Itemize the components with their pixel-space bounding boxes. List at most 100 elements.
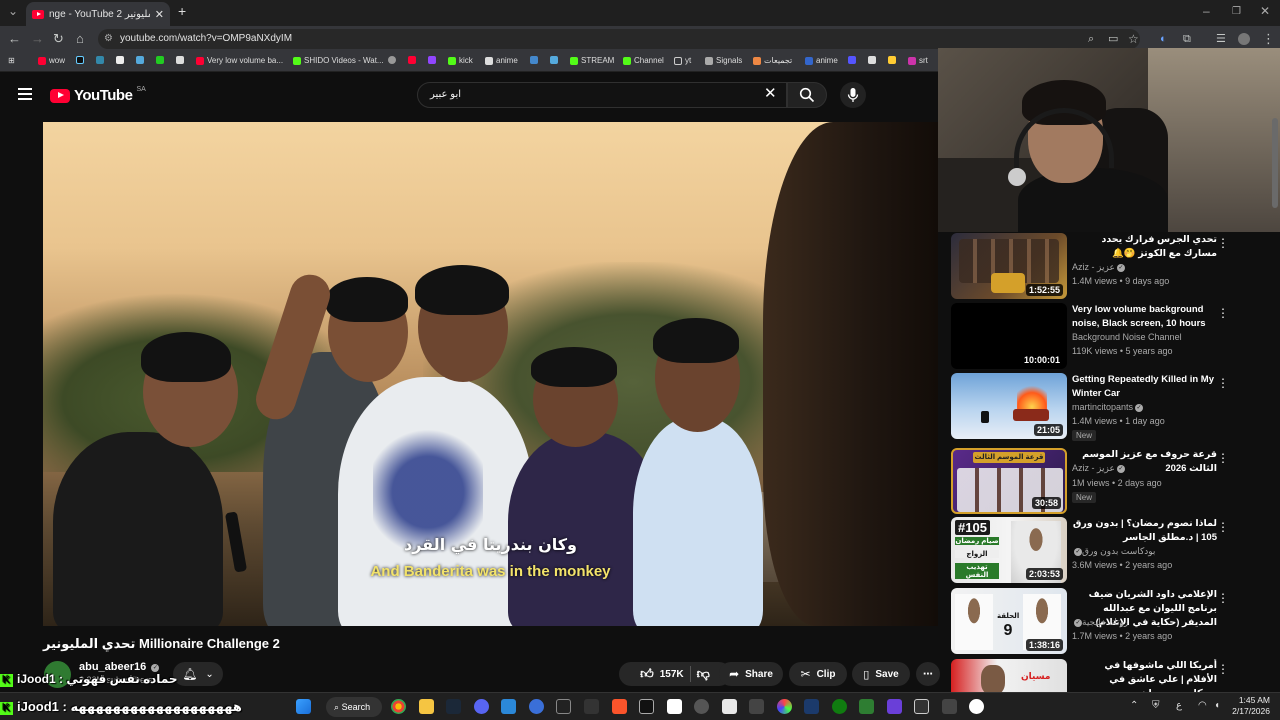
app-icon[interactable] xyxy=(887,699,902,714)
network-icon[interactable]: ⛨ xyxy=(1152,700,1160,711)
app-icon[interactable] xyxy=(942,699,957,714)
clip-button[interactable]: ✂ Clip xyxy=(789,662,847,686)
extension-icon[interactable]: ◐ xyxy=(1160,31,1167,47)
more-options-icon[interactable]: ⋮ xyxy=(1217,520,1229,534)
chrome-icon[interactable] xyxy=(391,699,406,714)
profile-avatar[interactable] xyxy=(1238,33,1250,45)
video-thumbnail[interactable]: مسيان xyxy=(951,659,1067,692)
recommendation-item[interactable]: 1:52:55 تحدي الجرس فرارك يحدد مسارك مع ا… xyxy=(951,233,1271,299)
steam-icon[interactable] xyxy=(446,699,461,714)
close-tab-icon[interactable]: ✕ xyxy=(155,8,164,21)
voice-search-button[interactable] xyxy=(840,82,866,108)
maximize-icon[interactable]: ❐ xyxy=(1232,6,1241,17)
menu-hamburger-icon[interactable] xyxy=(18,88,32,100)
share-button[interactable]: ➦ Share xyxy=(719,662,783,686)
video-player[interactable]: وكان بندريتا في القرد And Banderita was … xyxy=(43,122,938,626)
bookmark-site-10[interactable] xyxy=(408,56,416,64)
bookmark-site-14[interactable] xyxy=(530,56,538,64)
app-icon[interactable] xyxy=(556,699,571,714)
bookmark-site-23[interactable] xyxy=(888,56,896,64)
channel-name[interactable]: martincitopants ✓ xyxy=(1072,402,1144,412)
zoom-icon[interactable]: ⌕ xyxy=(1088,31,1094,47)
back-icon[interactable]: ← xyxy=(8,31,21,47)
home-icon[interactable]: ⌂ xyxy=(76,31,84,47)
discord-icon[interactable] xyxy=(474,699,489,714)
bookmark-site-3[interactable] xyxy=(116,56,124,64)
tab-search-icon[interactable]: ⌄ xyxy=(8,4,18,18)
bookmark-very-low-volume[interactable]: Very low volume ba... xyxy=(196,56,283,65)
terminal-icon[interactable] xyxy=(584,699,599,714)
bookmark-site-4[interactable] xyxy=(136,56,144,64)
sidebar-icon[interactable]: ☰ xyxy=(1216,31,1226,47)
bookmark-site-21[interactable] xyxy=(848,56,856,64)
video-thumbnail[interactable]: قرعة الموسم الثالث 30:58 xyxy=(951,448,1067,514)
address-field[interactable]: ⚙ youtube.com/watch?v=OMP9aNXdyIM xyxy=(98,29,1140,49)
app-icon[interactable] xyxy=(859,699,874,714)
bookmark-site-5[interactable] xyxy=(156,56,164,64)
bookmark-site-15[interactable] xyxy=(550,56,558,64)
app-icon[interactable] xyxy=(804,699,819,714)
video-thumbnail[interactable]: 21:05 xyxy=(951,373,1067,439)
taskbar-search[interactable]: ⌕ Search xyxy=(326,697,382,717)
bookmark-stream[interactable]: STREAM xyxy=(570,56,614,65)
forward-icon[interactable]: → xyxy=(31,31,44,47)
more-options-icon[interactable]: ⋮ xyxy=(1217,306,1229,320)
app-icon[interactable] xyxy=(749,699,764,714)
recommendation-item[interactable]: 10:00:01 Very low volume background nois… xyxy=(951,303,1271,369)
new-tab-icon[interactable]: + xyxy=(178,3,186,19)
channel-name[interactable]: ✓روتانا خليجية xyxy=(1072,617,1128,628)
bookmark-yt-folder[interactable]: yt xyxy=(674,56,691,65)
bookmark-tiktok[interactable] xyxy=(76,56,84,64)
app-icon[interactable] xyxy=(501,699,516,714)
bookmark-site-6[interactable] xyxy=(176,56,184,64)
app-icon[interactable] xyxy=(529,699,544,714)
bookmark-anime[interactable]: anime xyxy=(485,56,518,65)
video-thumbnail[interactable]: الحلقة 9 1:38:16 xyxy=(951,588,1067,654)
youtube-logo[interactable]: YouTube SA xyxy=(50,86,146,104)
volume-icon[interactable]: ◖ xyxy=(1214,700,1220,711)
recommendation-item[interactable]: #105 صيام رمضان الزواج تهذيب النفس 2:03:… xyxy=(951,517,1271,583)
more-options-icon[interactable]: ⋮ xyxy=(1217,376,1229,390)
app-icon[interactable] xyxy=(639,699,654,714)
recommendation-item[interactable]: مسيان أمريكا اللي ماشوفها في الأفلام | ع… xyxy=(951,659,1271,692)
bookmark-site-9[interactable] xyxy=(388,56,396,64)
page-scrollbar[interactable] xyxy=(1272,118,1278,208)
chevron-up-icon[interactable]: ⌃ xyxy=(1130,700,1138,711)
app-icon[interactable] xyxy=(914,699,929,714)
bookmark-signals[interactable]: Signals xyxy=(705,56,742,65)
xbox-icon[interactable] xyxy=(832,699,847,714)
bookmark-srt[interactable]: srt xyxy=(908,56,928,65)
more-options-icon[interactable]: ⋮ xyxy=(1217,591,1229,605)
search-button[interactable] xyxy=(787,82,827,108)
windows-start-icon[interactable] xyxy=(296,699,311,714)
channel-name[interactable]: Aziz - عزيز ✓ xyxy=(1072,262,1125,273)
bookmark-kick[interactable]: kick xyxy=(448,56,473,65)
video-thumbnail[interactable]: 10:00:01 xyxy=(951,303,1067,369)
browser-tab-active[interactable]: nge - YouTube 2 تحدي المليونير ✕ xyxy=(26,2,170,26)
minimize-icon[interactable]: – xyxy=(1203,4,1210,18)
reload-icon[interactable]: ↻ xyxy=(53,31,64,47)
apps-grid-icon[interactable]: ⊞ xyxy=(8,56,15,65)
like-button[interactable]: 👍︎ 157K xyxy=(640,666,684,682)
more-options-icon[interactable]: ⋮ xyxy=(1217,451,1229,465)
more-options-icon[interactable]: ⋮ xyxy=(1217,236,1229,250)
video-thumbnail[interactable]: #105 صيام رمضان الزواج تهذيب النفس 2:03:… xyxy=(951,517,1067,583)
more-options-icon[interactable]: ⋮ xyxy=(1217,662,1229,676)
recommendation-item[interactable]: 21:05 Getting Repeatedly Killed in My Wi… xyxy=(951,373,1271,441)
recommendation-item[interactable]: الحلقة 9 1:38:16 الإعلامي داود الشريان ض… xyxy=(951,588,1271,654)
app-icon[interactable] xyxy=(969,699,984,714)
bookmark-site-22[interactable] xyxy=(868,56,876,64)
site-info-icon[interactable]: ⚙ xyxy=(104,29,113,49)
bookmark-shido[interactable]: SHIDO Videos - Wat... xyxy=(293,56,384,65)
clear-search-icon[interactable]: ✕ xyxy=(764,85,777,103)
bookmark-star-icon[interactable]: ☆ xyxy=(1128,31,1139,47)
channel-name[interactable]: Background Noise Channel xyxy=(1072,332,1182,342)
search-input[interactable]: ابو عبير xyxy=(417,82,787,108)
menu-kebab-icon[interactable]: ⋮ xyxy=(1262,31,1275,47)
bookmark-anime-2[interactable]: anime xyxy=(805,56,838,65)
bookmark-site-11[interactable] xyxy=(428,56,436,64)
brave-icon[interactable] xyxy=(612,699,627,714)
bookmark-channel[interactable]: Channel xyxy=(623,56,664,65)
folder-icon[interactable] xyxy=(419,699,434,714)
more-actions-button[interactable]: ⋯ xyxy=(916,662,940,686)
